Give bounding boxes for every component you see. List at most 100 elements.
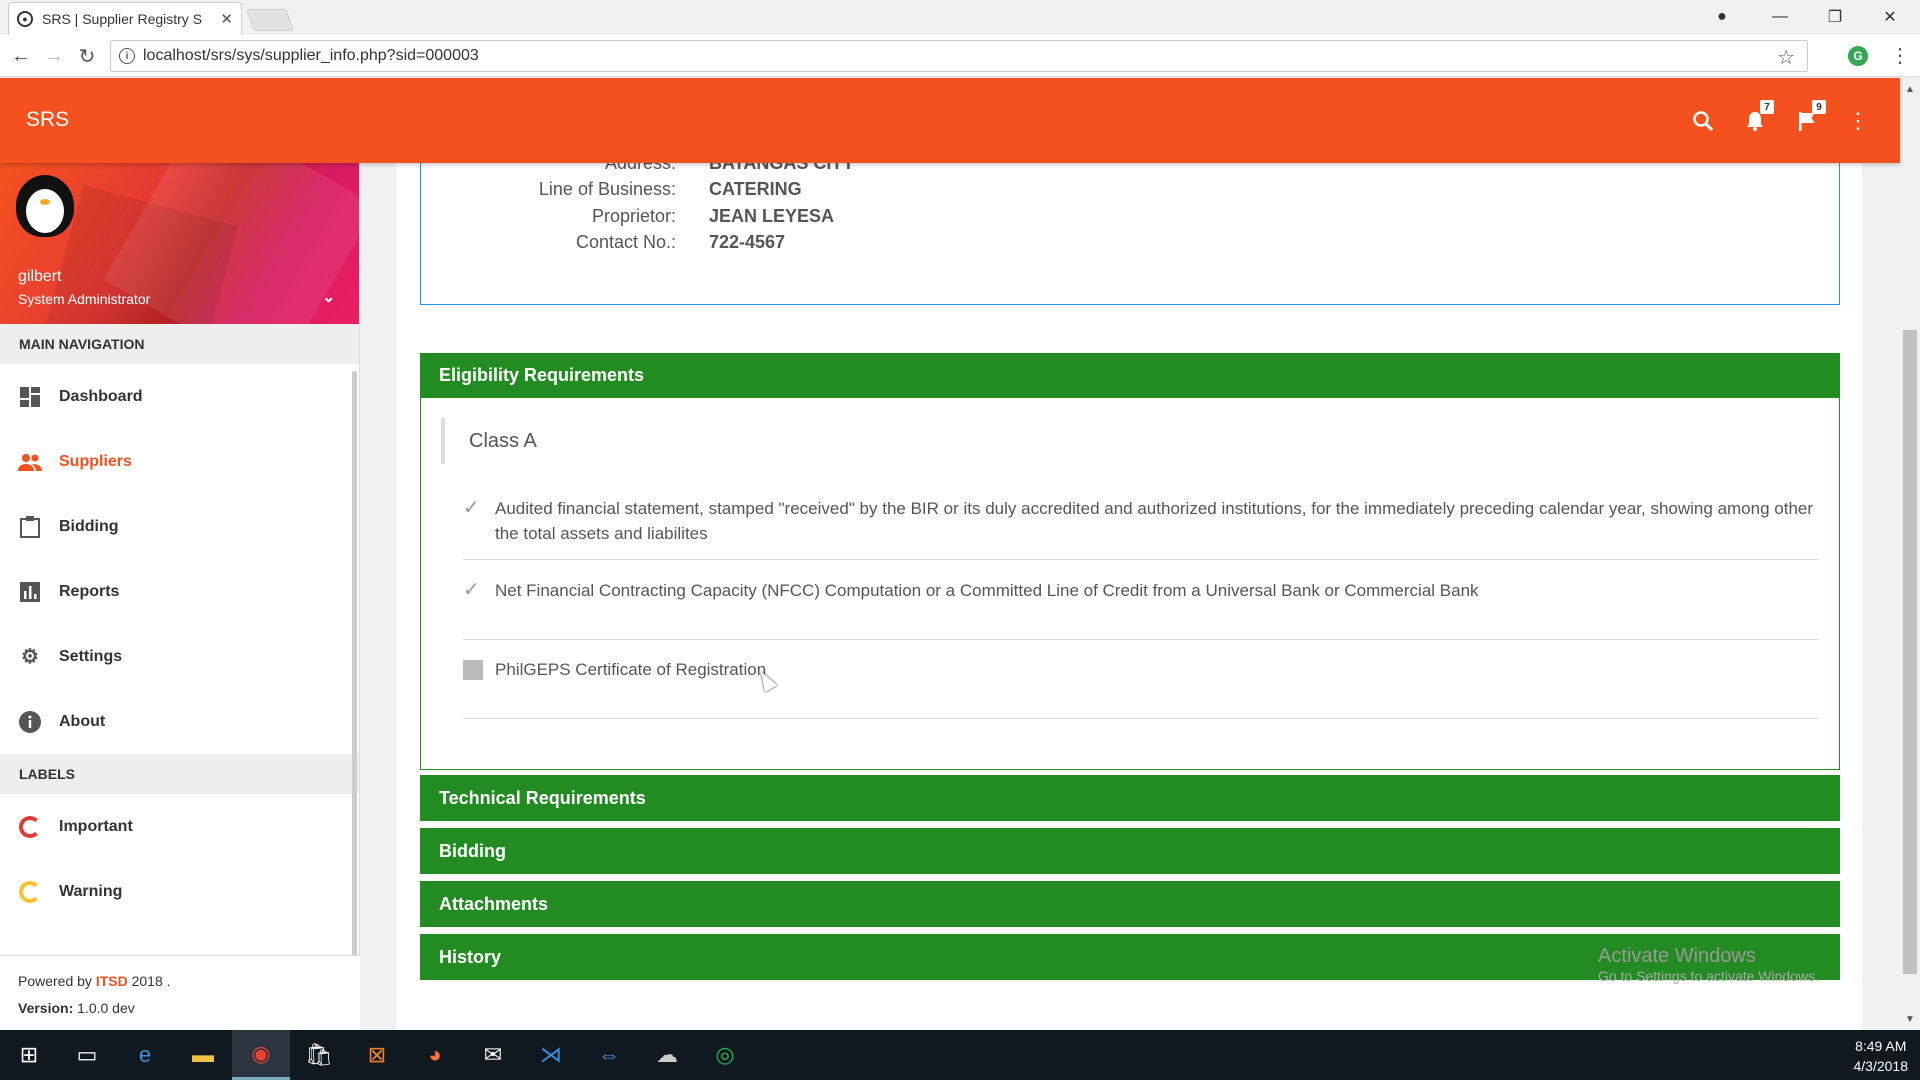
warning-label-icon: [18, 880, 42, 904]
powered-by-text: Powered by ITSD 2018 .: [18, 973, 171, 989]
browser-tab[interactable]: ● SRS | Supplier Registry S ✕: [8, 2, 242, 35]
github-favicon-icon: ●: [17, 11, 33, 27]
people-icon: [18, 450, 42, 474]
close-window-button[interactable]: ✕: [1870, 4, 1910, 30]
sidebar-item-label: Reports: [59, 582, 120, 600]
requirement-text: Net Financial Contracting Capacity (NFCC…: [495, 581, 1479, 600]
user-menu-chevron-down-icon[interactable]: ⌄: [322, 287, 335, 307]
version-text: Version: 1.0.0 dev: [18, 1000, 135, 1016]
user-info-panel: gilbert System Administrator ⌄: [0, 163, 359, 324]
requirement-text: Audited financial statement, stamped "re…: [495, 499, 1814, 543]
user-role: System Administrator: [18, 291, 151, 307]
firefox-icon[interactable]: ◕: [406, 1030, 464, 1080]
unchecked-checkbox[interactable]: [463, 660, 483, 680]
eligibility-requirements-body: Class A ✓ Audited financial statement, s…: [420, 398, 1840, 770]
browser-tab-strip: ● SRS | Supplier Registry S ✕ ● — ❐ ✕: [0, 0, 1920, 35]
address-value: BATANGAS CITY: [709, 163, 855, 173]
scroll-down-icon[interactable]: ▼: [1905, 1014, 1915, 1025]
grammarly-extension-icon[interactable]: G: [1848, 46, 1868, 66]
contact-value: 722-4567: [709, 232, 786, 252]
vscode-icon[interactable]: ⋊: [522, 1030, 580, 1080]
forward-icon[interactable]: →: [41, 43, 67, 69]
contact-row: Contact No.: 722-4567: [575, 232, 786, 252]
page-scrollbar[interactable]: ▲ ▼: [1900, 78, 1920, 1030]
line-of-business-value: CATERING: [709, 179, 802, 199]
sidebar-item-important[interactable]: Important: [0, 794, 359, 859]
app-header: SRS 7 9 ⋮: [0, 78, 1900, 163]
info-icon[interactable]: i: [119, 48, 135, 64]
chrome-menu-icon[interactable]: ⋮: [1890, 43, 1910, 68]
notifications-bell-icon[interactable]: 7: [1740, 100, 1774, 136]
requirement-item[interactable]: ✓ Audited financial statement, stamped "…: [463, 496, 1819, 560]
sidebar-item-suppliers[interactable]: Suppliers: [0, 429, 359, 494]
user-name: gilbert: [18, 268, 62, 285]
class-title: Class A: [441, 418, 537, 464]
restore-button[interactable]: ❐: [1815, 4, 1855, 30]
sidebar-item-bidding[interactable]: Bidding: [0, 494, 359, 559]
profile-icon[interactable]: ●: [1702, 4, 1742, 30]
edge-browser-icon[interactable]: e: [116, 1030, 174, 1080]
teamviewer-icon[interactable]: ⇔: [580, 1030, 638, 1080]
address-bar[interactable]: i localhost/srs/sys/supplier_info.php?si…: [110, 40, 1808, 72]
sidebar-item-settings[interactable]: ⚙ Settings: [0, 624, 359, 689]
store-icon[interactable]: 🛍: [290, 1030, 348, 1080]
checkmark-icon[interactable]: ✓: [463, 496, 487, 559]
search-icon[interactable]: [1688, 106, 1718, 136]
main-navigation-header: MAIN NAVIGATION: [0, 324, 359, 364]
info-icon: [18, 710, 42, 734]
sidebar-item-warning[interactable]: Warning: [0, 859, 359, 924]
line-of-business-row: Line of Business: CATERING: [538, 179, 802, 199]
dashboard-icon: [18, 385, 42, 409]
xampp-icon[interactable]: ⊠: [348, 1030, 406, 1080]
tab-title: SRS | Supplier Registry S: [42, 11, 203, 27]
sidebar-item-label: About: [59, 712, 106, 730]
sidebar-scrollbar[interactable]: [352, 371, 357, 1030]
browser-toolbar: ← → ↻ i localhost/srs/sys/supplier_info.…: [0, 35, 1920, 77]
requirement-item[interactable]: PhilGEPS Certificate of Registration: [463, 657, 1819, 719]
requirement-item[interactable]: ✓ Net Financial Contracting Capacity (NF…: [463, 578, 1819, 640]
more-options-icon[interactable]: ⋮: [1843, 106, 1873, 136]
avatar: [16, 175, 74, 237]
app-icon[interactable]: ☁: [638, 1030, 696, 1080]
supplier-info-box: Address: BATANGAS CITY Line of Business:…: [420, 163, 1840, 305]
bookmark-star-icon[interactable]: ☆: [1777, 45, 1795, 70]
requirement-text: PhilGEPS Certificate of Registration: [495, 660, 767, 679]
activate-windows-watermark: Activate Windows Go to Settings to activ…: [1598, 945, 1819, 984]
close-tab-icon[interactable]: ✕: [220, 10, 233, 28]
file-explorer-icon[interactable]: ▬: [174, 1030, 232, 1080]
minimize-button[interactable]: —: [1760, 4, 1800, 30]
system-clock[interactable]: 8:49 AM 4/3/2018: [1854, 1036, 1909, 1076]
sidebar-item-label: Bidding: [59, 517, 119, 535]
scroll-up-icon[interactable]: ▲: [1905, 84, 1915, 95]
sidebar-item-label: Suppliers: [59, 452, 132, 470]
checkmark-icon[interactable]: ✓: [463, 578, 487, 639]
spotify-icon[interactable]: ◎: [696, 1030, 754, 1080]
back-icon[interactable]: ←: [8, 43, 34, 69]
technical-requirements-header[interactable]: Technical Requirements: [420, 775, 1840, 821]
flag-icon[interactable]: 9: [1792, 100, 1826, 136]
eligibility-requirements-header[interactable]: Eligibility Requirements: [420, 353, 1840, 398]
mail-icon[interactable]: ✉: [464, 1030, 522, 1080]
reload-icon[interactable]: ↻: [74, 43, 100, 69]
app-brand[interactable]: SRS: [26, 108, 69, 132]
sidebar-item-label: Warning: [59, 882, 123, 900]
labels-header: LABELS: [0, 754, 359, 794]
itsd-link[interactable]: ITSD: [96, 973, 128, 989]
windows-start-icon[interactable]: ⊞: [0, 1030, 58, 1080]
chrome-icon[interactable]: ◉: [232, 1030, 290, 1080]
bidding-header[interactable]: Bidding: [420, 828, 1840, 874]
sidebar-item-dashboard[interactable]: Dashboard: [0, 364, 359, 429]
scrollbar-thumb[interactable]: [1903, 330, 1917, 974]
clipboard-icon: [18, 515, 42, 539]
sidebar-item-about[interactable]: About: [0, 689, 359, 754]
proprietor-row: Proprietor: JEAN LEYESA: [591, 206, 835, 226]
attachments-header[interactable]: Attachments: [420, 881, 1840, 927]
sidebar-item-label: Dashboard: [59, 387, 143, 405]
proprietor-value: JEAN LEYESA: [709, 206, 835, 226]
important-label-icon: [18, 815, 42, 839]
new-tab-button[interactable]: [245, 9, 295, 31]
task-view-icon[interactable]: ▭: [58, 1030, 116, 1080]
address-row: Address: BATANGAS CITY: [421, 163, 1621, 174]
sidebar-item-reports[interactable]: Reports: [0, 559, 359, 624]
url-text: localhost/srs/sys/supplier_info.php?sid=…: [143, 47, 479, 64]
